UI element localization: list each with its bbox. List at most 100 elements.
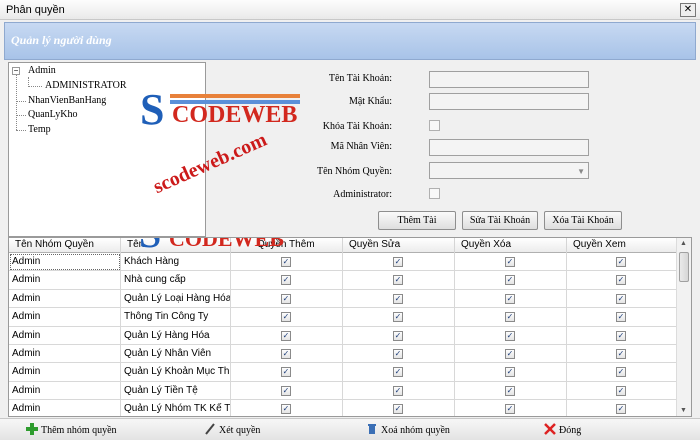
table-row[interactable]: Admin Quản Lý Tiền Tệ ✓ ✓ ✓ ✓	[9, 381, 677, 401]
perm-view-checkbox[interactable]: ✓	[616, 275, 626, 286]
perm-add-checkbox[interactable]: ✓	[281, 293, 291, 304]
staff-id-input[interactable]	[429, 139, 589, 156]
group-name-select[interactable]: ▼	[429, 162, 589, 179]
scroll-thumb[interactable]	[679, 252, 689, 282]
cell-group-name[interactable]: Admin	[9, 363, 121, 382]
cell-group-name[interactable]: Admin	[9, 289, 121, 308]
scroll-up-icon[interactable]: ▲	[680, 240, 687, 247]
perm-view-checkbox[interactable]: ✓	[616, 293, 626, 304]
cell-name[interactable]: Quản Lý Tiền Tệ	[121, 381, 231, 400]
cell-name[interactable]: Quản Lý Khoản Mục Th...	[121, 363, 231, 382]
perm-delete-checkbox[interactable]: ✓	[505, 330, 515, 341]
table-row[interactable]: Admin Khách Hàng ✓ ✓ ✓ ✓	[9, 253, 677, 272]
set-permission-button[interactable]: Xét quyền	[204, 423, 260, 436]
section-banner: Quản lý người dùng	[4, 22, 696, 60]
tree-node-administrator[interactable]: ADMINISTRATOR	[45, 80, 127, 91]
table-row[interactable]: Admin Quản Lý Hàng Hóa ✓ ✓ ✓ ✓	[9, 326, 677, 345]
password-input[interactable]	[429, 93, 589, 110]
cell-perm-edit: ✓	[343, 400, 455, 416]
cell-name[interactable]: Khách Hàng	[121, 253, 231, 271]
close-button[interactable]: Đóng	[544, 423, 581, 436]
cell-name[interactable]: Nhà cung cấp	[121, 271, 231, 290]
perm-add-checkbox[interactable]: ✓	[281, 275, 291, 286]
cell-perm-add: ✓	[231, 289, 343, 308]
perm-edit-checkbox[interactable]: ✓	[393, 349, 403, 359]
perm-view-checkbox[interactable]: ✓	[616, 312, 626, 323]
perm-view-checkbox[interactable]: ✓	[616, 330, 626, 341]
tree-node-nhanvienbanhang[interactable]: NhanVienBanHang	[28, 95, 106, 106]
perm-delete-checkbox[interactable]: ✓	[505, 293, 515, 304]
perm-edit-checkbox[interactable]: ✓	[393, 385, 403, 396]
header-group-name[interactable]: Tên Nhóm Quyền	[9, 238, 121, 253]
cell-group-name[interactable]: Admin	[9, 308, 121, 327]
cell-group-name[interactable]: Admin	[9, 253, 121, 271]
perm-view-checkbox[interactable]: ✓	[616, 404, 626, 415]
header-view-perm[interactable]: Quyền Xem	[567, 238, 677, 253]
close-window-button[interactable]: ✕	[680, 3, 696, 17]
perm-view-checkbox[interactable]: ✓	[616, 367, 626, 378]
cell-perm-add: ✓	[231, 326, 343, 345]
perm-add-checkbox[interactable]: ✓	[281, 257, 291, 267]
add-group-button[interactable]: Thêm nhóm quyền	[26, 423, 117, 436]
cell-group-name[interactable]: Admin	[9, 381, 121, 400]
table-row[interactable]: Admin Quản Lý Khoản Mục Th... ✓ ✓ ✓ ✓	[9, 363, 677, 382]
perm-add-checkbox[interactable]: ✓	[281, 330, 291, 341]
perm-delete-checkbox[interactable]: ✓	[505, 312, 515, 323]
perm-add-checkbox[interactable]: ✓	[281, 367, 291, 378]
perm-edit-checkbox[interactable]: ✓	[393, 367, 403, 378]
perm-edit-checkbox[interactable]: ✓	[393, 330, 403, 341]
table-row[interactable]: Admin Quản Lý Nhóm TK Kế T... ✓ ✓ ✓ ✓	[9, 400, 677, 416]
perm-add-checkbox[interactable]: ✓	[281, 385, 291, 396]
perm-delete-checkbox[interactable]: ✓	[505, 275, 515, 286]
perm-add-checkbox[interactable]: ✓	[281, 312, 291, 323]
delete-account-button[interactable]: Xóa Tài Khoản	[544, 211, 622, 230]
scroll-down-icon[interactable]: ▼	[680, 407, 687, 414]
edit-account-button[interactable]: Sửa Tài Khoản	[462, 211, 538, 230]
tree-node-temp[interactable]: Temp	[28, 124, 51, 135]
cell-name[interactable]: Quản Lý Loại Hàng Hóa	[121, 289, 231, 308]
perm-delete-checkbox[interactable]: ✓	[505, 349, 515, 359]
cell-perm-add: ✓	[231, 363, 343, 382]
permission-grid[interactable]: Tên Nhóm Quyền Tên Quyền Thêm Quyền Sửa …	[8, 237, 692, 417]
tree-node-quanlykho[interactable]: QuanLyKho	[28, 109, 77, 120]
perm-delete-checkbox[interactable]: ✓	[505, 257, 515, 267]
header-delete-perm[interactable]: Quyền Xóa	[455, 238, 567, 253]
cell-group-name[interactable]: Admin	[9, 326, 121, 345]
perm-add-checkbox[interactable]: ✓	[281, 404, 291, 415]
table-row[interactable]: Admin Thông Tin Công Ty ✓ ✓ ✓ ✓	[9, 308, 677, 327]
plus-icon	[26, 423, 38, 435]
perm-edit-checkbox[interactable]: ✓	[393, 257, 403, 267]
table-row[interactable]: Admin Nhà cung cấp ✓ ✓ ✓ ✓	[9, 271, 677, 290]
cell-group-name[interactable]: Admin	[9, 400, 121, 416]
cell-name[interactable]: Thông Tin Công Ty	[121, 308, 231, 327]
perm-edit-checkbox[interactable]: ✓	[393, 312, 403, 323]
perm-delete-checkbox[interactable]: ✓	[505, 367, 515, 378]
cell-group-name[interactable]: Admin	[9, 271, 121, 290]
table-row[interactable]: Admin Quản Lý Loại Hàng Hóa ✓ ✓ ✓ ✓	[9, 289, 677, 309]
username-input[interactable]	[429, 71, 589, 88]
perm-edit-checkbox[interactable]: ✓	[393, 293, 403, 304]
delete-group-button[interactable]: Xoá nhóm quyền	[366, 423, 450, 436]
group-tree[interactable]: − Admin ADMINISTRATOR NhanVienBanHang Qu…	[8, 62, 206, 237]
cell-group-name[interactable]: Admin	[9, 345, 121, 363]
perm-view-checkbox[interactable]: ✓	[616, 257, 626, 267]
tree-line	[28, 86, 42, 87]
cell-name[interactable]: Quản Lý Nhân Viên	[121, 345, 231, 363]
tree-expand-icon[interactable]: −	[12, 67, 20, 75]
add-account-button[interactable]: Thêm Tài	[378, 211, 456, 230]
perm-view-checkbox[interactable]: ✓	[616, 349, 626, 359]
perm-edit-checkbox[interactable]: ✓	[393, 275, 403, 286]
grid-scrollbar[interactable]: ▲ ▼	[676, 238, 691, 416]
lock-account-checkbox[interactable]	[429, 120, 440, 131]
table-row[interactable]: Admin Quản Lý Nhân Viên ✓ ✓ ✓ ✓	[9, 345, 677, 364]
perm-delete-checkbox[interactable]: ✓	[505, 385, 515, 396]
perm-view-checkbox[interactable]: ✓	[616, 385, 626, 396]
header-edit-perm[interactable]: Quyền Sửa	[343, 238, 455, 253]
administrator-checkbox[interactable]	[429, 188, 440, 199]
perm-delete-checkbox[interactable]: ✓	[505, 404, 515, 415]
perm-edit-checkbox[interactable]: ✓	[393, 404, 403, 415]
cell-name[interactable]: Quản Lý Nhóm TK Kế T...	[121, 400, 231, 416]
perm-add-checkbox[interactable]: ✓	[281, 349, 291, 359]
tree-node-admin[interactable]: Admin	[28, 65, 56, 76]
cell-name[interactable]: Quản Lý Hàng Hóa	[121, 326, 231, 345]
